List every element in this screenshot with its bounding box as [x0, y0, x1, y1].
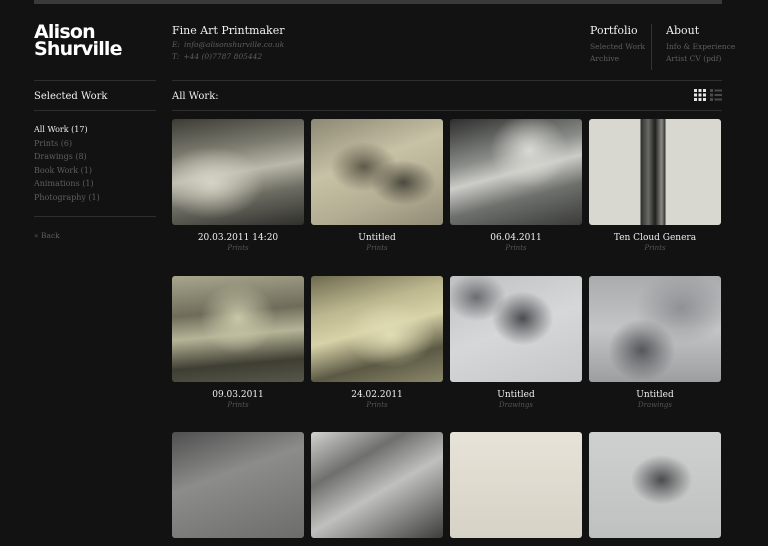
divider	[172, 80, 722, 81]
artwork-thumbnail[interactable]	[311, 432, 443, 538]
grid-view-icon[interactable]	[694, 89, 706, 101]
category-photography[interactable]: Photography (1)	[34, 191, 100, 205]
work-title[interactable]: Untitled	[311, 233, 443, 244]
category-prints[interactable]: Prints (6)	[34, 137, 100, 151]
artwork-thumbnail[interactable]	[450, 119, 582, 225]
phone-number: +44 (0)7787 805442	[183, 52, 263, 61]
artwork-thumbnail[interactable]	[172, 432, 304, 538]
nav-about: About Info & Experience Artist CV (pdf)	[666, 24, 735, 65]
list-view-icon[interactable]	[710, 89, 722, 101]
sidebar-title: Selected Work	[34, 91, 108, 102]
nav-link-cv[interactable]: Artist CV (pdf)	[666, 53, 735, 65]
work-title[interactable]: 09.03.2011	[172, 390, 304, 401]
work-category: Prints	[227, 244, 249, 252]
work-title[interactable]: Untitled	[450, 390, 582, 401]
divider	[34, 80, 156, 81]
work-tile[interactable]: Ten Cloud Genera Prints	[589, 119, 721, 253]
work-tile[interactable]	[311, 432, 443, 546]
work-tile[interactable]: Untitled Drawings	[589, 276, 721, 410]
work-category: Prints	[366, 244, 388, 252]
work-category: Drawings	[499, 401, 533, 409]
work-tile[interactable]: 09.03.2011 Prints	[172, 276, 304, 410]
back-link[interactable]: « Back	[34, 231, 60, 240]
category-all-work[interactable]: All Work (17)	[34, 123, 100, 137]
work-category: Prints	[505, 244, 527, 252]
page-title: All Work:	[172, 91, 219, 102]
work-title[interactable]: 20.03.2011 14:20	[172, 233, 304, 244]
work-tile[interactable]: Untitled Drawings	[450, 276, 582, 410]
divider	[34, 216, 156, 217]
email-label: E:	[172, 40, 181, 49]
tel-label: T:	[172, 52, 180, 61]
nav-portfolio-heading[interactable]: Portfolio	[590, 24, 645, 37]
site-logo[interactable]: Alison Shurville	[34, 23, 123, 60]
divider	[172, 110, 722, 111]
work-tile[interactable]	[172, 432, 304, 546]
category-book-work[interactable]: Book Work (1)	[34, 164, 100, 178]
work-category: Prints	[644, 244, 666, 252]
artwork-thumbnail[interactable]	[172, 119, 304, 225]
work-category: Prints	[227, 401, 249, 409]
artwork-thumbnail[interactable]	[172, 276, 304, 382]
work-title[interactable]: 24.02.2011	[311, 390, 443, 401]
artwork-thumbnail[interactable]	[450, 432, 582, 538]
work-tile[interactable]: 06.04.2011 Prints	[450, 119, 582, 253]
nav-link-info[interactable]: Info & Experience	[666, 41, 735, 53]
artwork-thumbnail[interactable]	[450, 276, 582, 382]
artwork-thumbnail[interactable]	[589, 432, 721, 538]
work-tile[interactable]: Untitled Prints	[311, 119, 443, 253]
artwork-thumbnail[interactable]	[589, 119, 721, 225]
email-link[interactable]: info@alisonshurville.co.uk	[184, 40, 284, 49]
divider	[34, 110, 156, 111]
work-tile[interactable]	[589, 432, 721, 546]
category-animations[interactable]: Animations (1)	[34, 177, 100, 191]
category-drawings[interactable]: Drawings (8)	[34, 150, 100, 164]
work-title[interactable]: Untitled	[589, 390, 721, 401]
work-tile[interactable]: 20.03.2011 14:20 Prints	[172, 119, 304, 253]
category-list: All Work (17) Prints (6) Drawings (8) Bo…	[34, 123, 100, 204]
site-tagline: Fine Art Printmaker	[172, 24, 285, 37]
work-title[interactable]: 06.04.2011	[450, 233, 582, 244]
top-bar	[34, 0, 722, 4]
nav-portfolio: Portfolio Selected Work Archive	[590, 24, 645, 65]
artwork-thumbnail[interactable]	[589, 276, 721, 382]
nav-about-heading[interactable]: About	[666, 24, 735, 37]
work-category: Drawings	[638, 401, 672, 409]
contact-details: E: info@alisonshurville.co.uk T: +44 (0)77…	[172, 39, 284, 63]
work-tile[interactable]	[450, 432, 582, 546]
artwork-thumbnail[interactable]	[311, 276, 443, 382]
work-title[interactable]: Ten Cloud Genera	[589, 233, 721, 244]
nav-divider	[651, 24, 652, 70]
work-tile[interactable]: 24.02.2011 Prints	[311, 276, 443, 410]
logo-line-2: Shurville	[34, 38, 123, 60]
nav-link-selected-work[interactable]: Selected Work	[590, 41, 645, 53]
nav-link-archive[interactable]: Archive	[590, 53, 645, 65]
work-category: Prints	[366, 401, 388, 409]
artwork-thumbnail[interactable]	[311, 119, 443, 225]
